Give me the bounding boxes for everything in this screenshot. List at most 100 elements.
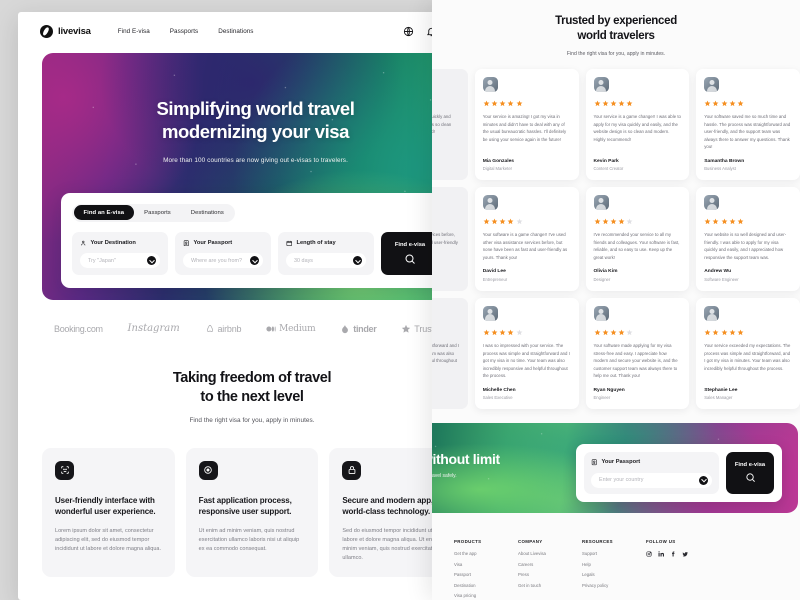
top-navigation: livevisa Find E-visa Passports Destinati… <box>18 12 486 50</box>
avatar <box>704 77 720 93</box>
testimonial-name: Samantha Brown <box>704 158 745 164</box>
cta-find-evisa-button[interactable]: Find e-visa <box>726 452 774 494</box>
hero-copy: Simplifying world travel modernizing you… <box>42 53 469 164</box>
destination-placeholder: Try "Japan" <box>88 257 116 264</box>
footer-link[interactable]: About Livevisa <box>518 551 582 556</box>
field-label: Your Passport <box>193 239 233 246</box>
passport-placeholder: Where are you from? <box>191 257 243 264</box>
footer-link[interactable]: Passport <box>454 572 518 577</box>
brand-airbnb: airbnb <box>205 324 242 334</box>
cta-section: Travel without limit Apply in seconds an… <box>432 409 800 514</box>
visa-search-card: Find an E-visa Passports Destinations Yo… <box>61 192 450 288</box>
footer-column-resources: RESOURCES Support Help Legals Privacy policy… <box>582 539 646 600</box>
speed-dial-icon <box>198 460 218 480</box>
rating-stars <box>594 100 682 107</box>
testimonial-card: process was simple and straightforward a… <box>432 297 468 410</box>
testimonial-quote: used other visa assistance services befo… <box>432 232 458 245</box>
rating-stars <box>594 218 682 225</box>
nav-link-destinations[interactable]: Destinations <box>218 28 253 35</box>
length-of-stay-input[interactable]: 30 days <box>286 253 366 268</box>
testimonial-role: Digital Marketer <box>482 166 513 172</box>
cta-search-card: Your Passport Enter your country Find e-… <box>576 444 782 502</box>
testimonial-card: used other visa assistance services befo… <box>432 187 468 291</box>
testimonial-role: Software Engineer <box>704 276 739 282</box>
chevron-down-icon[interactable] <box>353 256 362 265</box>
footer-link[interactable]: Press <box>518 572 582 577</box>
footer-link[interactable]: Help <box>582 562 646 567</box>
avatar <box>482 195 498 211</box>
cta-title: Travel without limit <box>432 451 500 468</box>
cta-field-label: Your Passport <box>601 459 641 466</box>
cta-field-passport: Your Passport Enter your country <box>584 452 719 494</box>
cta-country-placeholder: Enter your country <box>599 477 644 484</box>
chevron-down-icon[interactable] <box>147 256 156 265</box>
calendar-icon <box>286 240 292 246</box>
testimonial-card: Your software saved me so much time and … <box>696 69 800 181</box>
testimonials-title: Trusted by experienced world travelers <box>555 15 677 43</box>
avatar <box>593 195 609 211</box>
footer-heading: RESOURCES <box>582 539 613 545</box>
nav-link-find-evisa[interactable]: Find E-visa <box>118 28 150 35</box>
footer-column-company: COMPANY About Livevisa Careers Press Get in … <box>518 539 582 600</box>
avatar <box>704 305 720 321</box>
feature-body: Ut enim ad minim veniam, quis nostrud ex… <box>198 527 300 552</box>
footer-link[interactable]: Support <box>582 551 646 556</box>
testimonial-name: Kevin Park <box>593 158 619 164</box>
footer-heading: COMPANY <box>518 539 543 545</box>
footer-link[interactable]: Visa <box>454 562 518 567</box>
feature-card: Fast application process, responsive use… <box>185 447 319 577</box>
testimonial-quote: process was simple and straightforward a… <box>432 342 460 364</box>
tab-passports[interactable]: Passports <box>134 205 181 220</box>
footer-link[interactable]: Careers <box>518 562 582 567</box>
cta-subtitle: Apply in seconds and travel safely. <box>432 473 457 480</box>
footer-link[interactable]: Legals <box>582 572 646 577</box>
rating-stars <box>483 100 571 107</box>
brand-logo[interactable]: livevisa <box>40 24 91 38</box>
linkedin-icon[interactable] <box>658 551 664 557</box>
feature-title: User-friendly interface with wonderful u… <box>55 495 156 517</box>
brand-medium-label: Medium <box>279 323 316 334</box>
facebook-icon[interactable] <box>670 551 676 557</box>
testimonial-role: Content Creator <box>593 166 624 172</box>
testimonial-quote: Your service is amazing! I got my visa i… <box>482 114 567 142</box>
testimonial-card: Your service is a game changer! I was ab… <box>585 69 690 181</box>
testimonial-role: Sales Executive <box>482 395 513 401</box>
cta-country-input[interactable]: Enter your country <box>591 472 712 488</box>
testimonial-card: Your service exceeded my expectations. T… <box>696 297 800 410</box>
avatar <box>482 77 498 93</box>
footer-link[interactable]: Destination <box>454 583 518 588</box>
twitter-icon[interactable] <box>682 551 688 557</box>
hero-subtitle: More than 100 countries are now giving o… <box>163 156 348 164</box>
cta-banner: Travel without limit Apply in seconds an… <box>432 423 798 514</box>
footer-column-products: PRODUCTS Get the app Visa Passport Destinati… <box>454 539 518 600</box>
footer-link[interactable]: Get in touch <box>518 583 582 588</box>
footer-link[interactable]: Privacy policy <box>582 583 646 588</box>
find-evisa-button[interactable]: Find e-visa <box>381 231 439 275</box>
testimonial-card: Your website is so well designed and use… <box>696 187 800 291</box>
field-label: Your Destination <box>90 239 136 246</box>
avatar <box>593 305 609 321</box>
instagram-icon[interactable] <box>646 551 652 557</box>
testimonial-name: Ryan Nguyen <box>593 387 625 393</box>
brand-medium: Medium <box>266 323 316 334</box>
chevron-down-icon[interactable] <box>699 475 708 485</box>
find-evisa-label: Find e-visa <box>394 241 426 248</box>
testimonial-quote: Your software made applying for my visa … <box>593 342 678 379</box>
field-length-of-stay: Length of stay 30 days <box>278 231 374 275</box>
passport-input[interactable]: Where are you from? <box>183 253 263 268</box>
destination-input[interactable]: Try "Japan" <box>80 253 160 268</box>
testimonials-heading: Trusted by experienced world travelers F… <box>432 0 800 57</box>
avatar <box>704 195 720 211</box>
testimonial-name: David Lee <box>482 269 506 275</box>
tab-destinations[interactable]: Destinations <box>181 205 234 220</box>
footer-link[interactable]: Get the app <box>454 551 518 556</box>
globe-icon[interactable] <box>403 26 414 37</box>
features-heading: Taking freedom of travel to the next lev… <box>18 334 486 424</box>
tab-find-an-evisa[interactable]: Find an E-visa <box>73 205 135 220</box>
testimonial-card: was able to apply for my visa quickly an… <box>432 69 468 181</box>
footer-link[interactable]: Visa pricing <box>454 593 518 598</box>
nav-link-passports[interactable]: Passports <box>170 28 198 35</box>
rating-stars <box>483 329 571 336</box>
chevron-down-icon[interactable] <box>250 256 259 265</box>
brand-booking: Booking.com <box>54 323 103 334</box>
